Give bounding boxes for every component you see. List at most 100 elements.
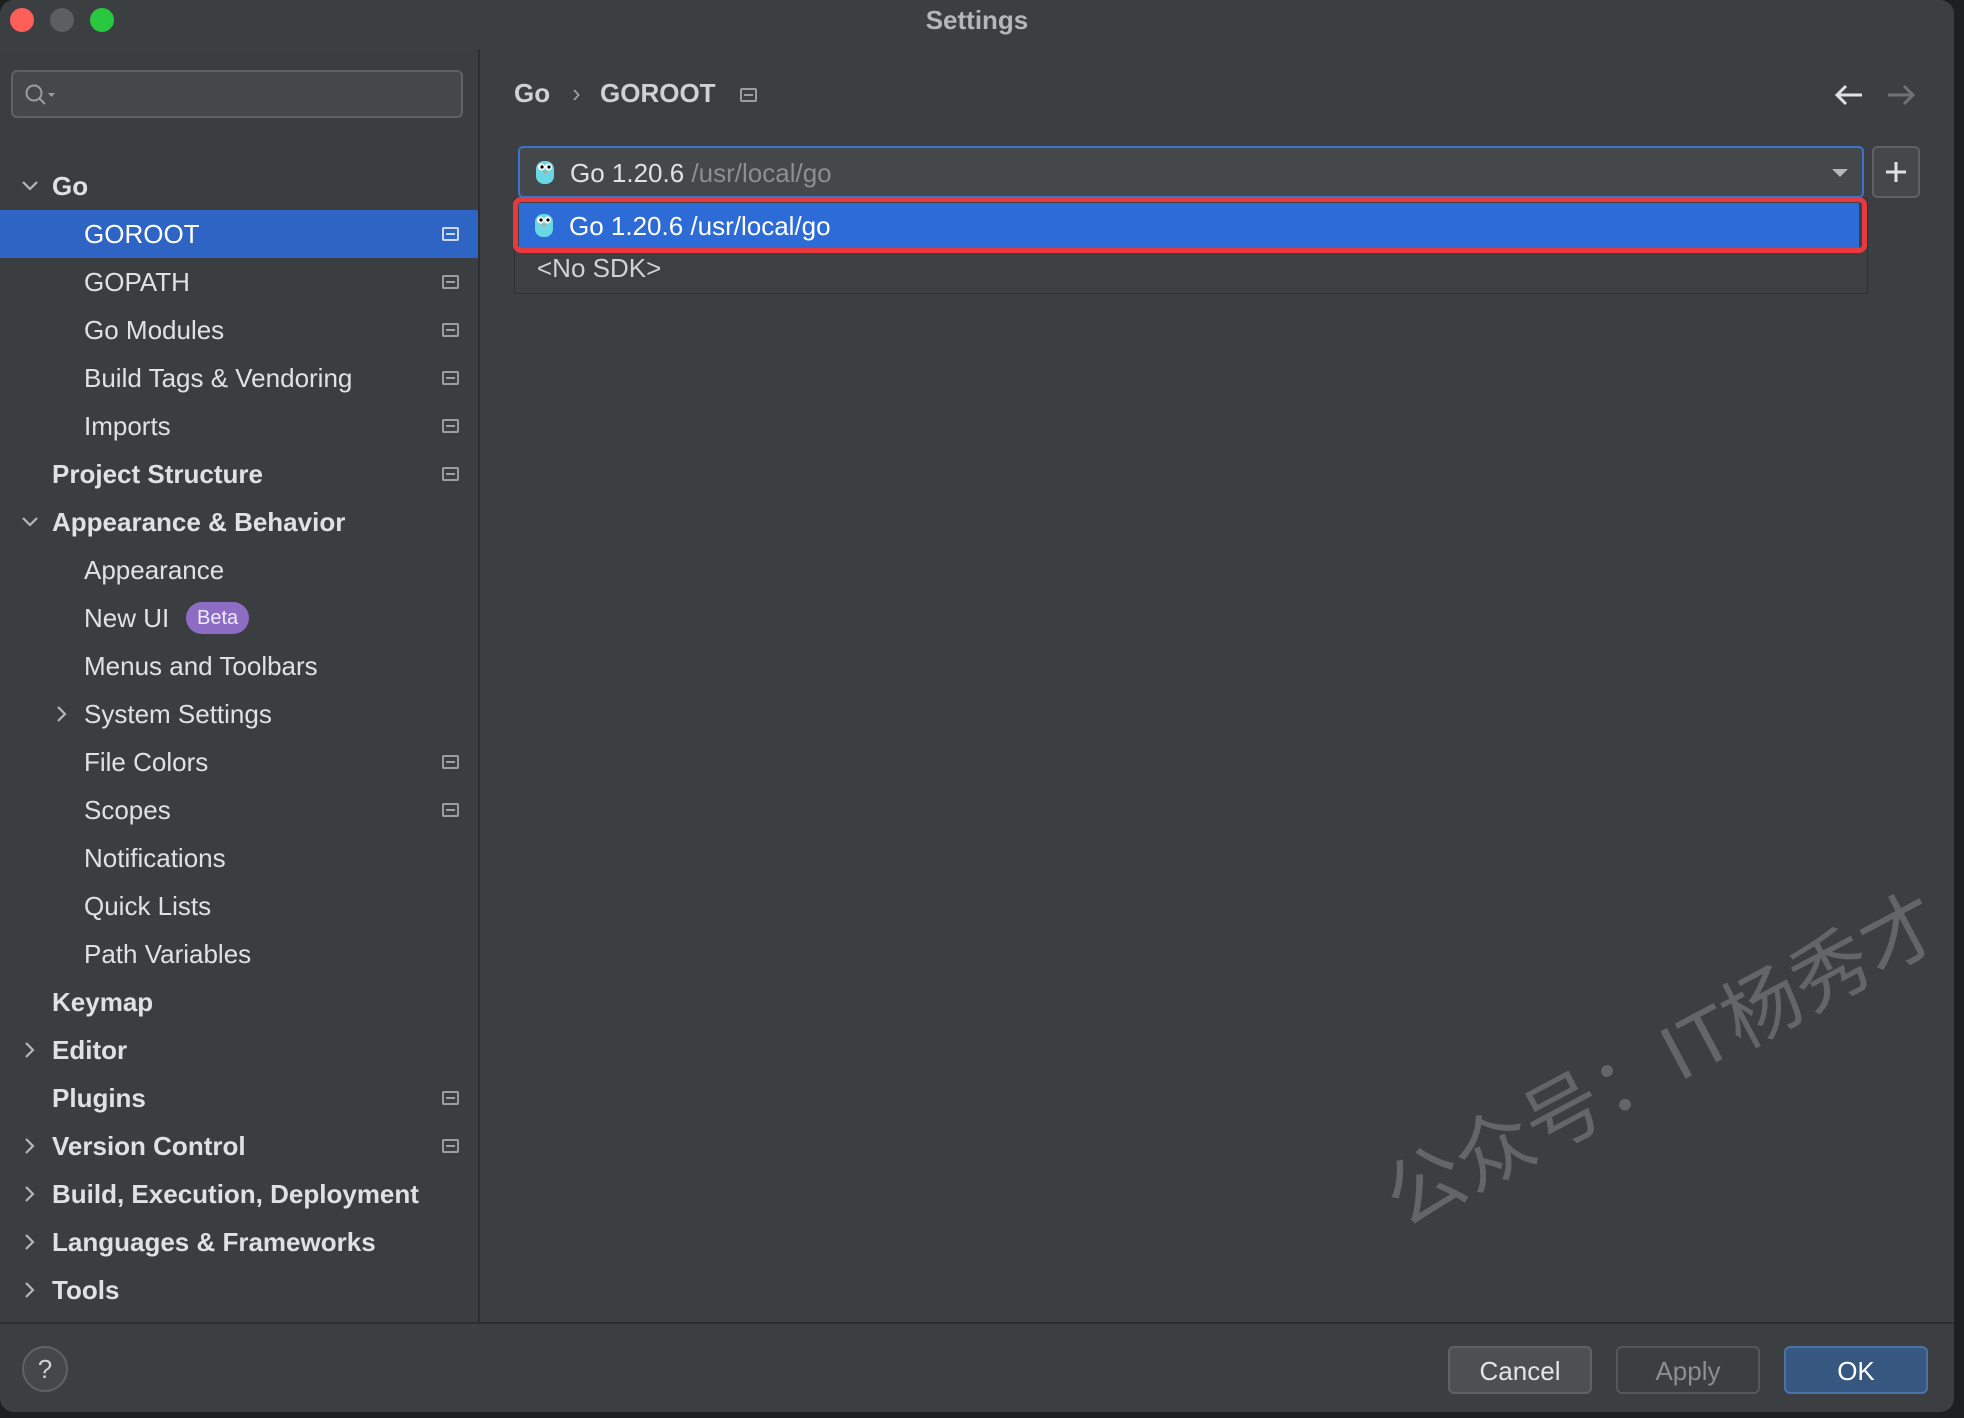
sidebar-item-label: File Colors xyxy=(84,747,209,777)
sidebar-item-label: Scopes xyxy=(84,795,171,825)
red-highlight-annotation xyxy=(513,197,1867,253)
breadcrumb-parent[interactable]: Go xyxy=(514,78,550,109)
chevron-down-icon[interactable] xyxy=(1830,167,1850,179)
pin-icon xyxy=(442,275,459,289)
goroot-settings-panel: Go › GOROOT Go 1.20.6 /usr/local/go Go 1… xyxy=(482,50,1954,1322)
dialog-footer: ? Cancel Apply OK xyxy=(0,1322,1954,1412)
sidebar-item-new-ui[interactable]: New UI Beta xyxy=(0,594,478,642)
apply-button[interactable]: Apply xyxy=(1616,1346,1760,1394)
chevron-right-icon[interactable] xyxy=(20,1280,40,1300)
sidebar-item-label: Plugins xyxy=(52,1083,146,1113)
cancel-button[interactable]: Cancel xyxy=(1448,1346,1592,1394)
sidebar-item-project-structure[interactable]: Project Structure xyxy=(0,450,478,498)
sdk-dropdown-popup: Go 1.20.6 /usr/local/go <No SDK> xyxy=(513,197,1868,294)
sidebar-item-label: Editor xyxy=(52,1035,128,1065)
chevron-down-icon[interactable] xyxy=(20,512,40,532)
sidebar-item-label: Build Tags & Vendoring xyxy=(84,363,353,393)
title-bar: Settings xyxy=(0,0,1954,50)
sidebar-item-scopes[interactable]: Scopes xyxy=(0,786,478,834)
go-sdk-dropdown[interactable]: Go 1.20.6 /usr/local/go xyxy=(518,146,1864,198)
sidebar-item-appearance[interactable]: Appearance xyxy=(0,546,478,594)
sidebar-item-version-control[interactable]: Version Control xyxy=(0,1122,478,1170)
sidebar-item-label: New UI xyxy=(84,603,170,633)
sidebar-item-label: Appearance xyxy=(84,555,225,585)
ok-button[interactable]: OK xyxy=(1784,1346,1928,1394)
sidebar-item-editor[interactable]: Editor xyxy=(0,1026,478,1074)
sidebar-item-label: GOROOT xyxy=(84,219,200,249)
chevron-right-icon[interactable] xyxy=(20,1184,40,1204)
sidebar-item-label: Keymap xyxy=(52,987,154,1017)
watermark-text: 公众号：IT杨秀才 xyxy=(1370,877,1954,1244)
sidebar-item-go-modules[interactable]: Go Modules xyxy=(0,306,478,354)
pin-icon xyxy=(442,227,459,241)
gopher-icon xyxy=(536,161,554,184)
sidebar-item-label: Project Structure xyxy=(52,459,263,489)
sidebar-item-label: Notifications xyxy=(84,843,226,873)
pin-icon xyxy=(442,1091,459,1105)
sidebar-item-label: Build, Execution, Deployment xyxy=(52,1179,419,1209)
sidebar-item-menus-and-toolbars[interactable]: Menus and Toolbars xyxy=(0,642,478,690)
add-sdk-button[interactable] xyxy=(1872,146,1920,198)
chevron-right-icon[interactable] xyxy=(20,1136,40,1156)
sidebar-item-keymap[interactable]: Keymap xyxy=(0,978,478,1026)
pin-icon xyxy=(442,371,459,385)
pin-icon xyxy=(442,803,459,817)
sidebar-item-languages-frameworks[interactable]: Languages & Frameworks xyxy=(0,1218,478,1266)
chevron-right-icon[interactable] xyxy=(52,704,72,724)
sidebar-item-label: Version Control xyxy=(52,1131,246,1161)
sidebar-item-label: Languages & Frameworks xyxy=(52,1227,376,1257)
sidebar-item-label: Menus and Toolbars xyxy=(84,651,318,681)
sidebar-item-gopath[interactable]: GOPATH xyxy=(0,258,478,306)
pin-icon xyxy=(442,323,459,337)
sidebar-item-build-tags-vendoring[interactable]: Build Tags & Vendoring xyxy=(0,354,478,402)
beta-badge: Beta xyxy=(186,602,250,634)
window-title: Settings xyxy=(925,5,1029,35)
selected-sdk-path: /usr/local/go xyxy=(691,158,832,188)
sidebar-item-quick-lists[interactable]: Quick Lists xyxy=(0,882,478,930)
pin-icon xyxy=(740,88,757,102)
sidebar-item-imports[interactable]: Imports xyxy=(0,402,478,450)
sidebar-item-appearance-behavior[interactable]: Appearance & Behavior xyxy=(0,498,478,546)
breadcrumb-separator: › xyxy=(572,78,581,108)
sidebar-item-notifications[interactable]: Notifications xyxy=(0,834,478,882)
window-shadow-edge xyxy=(1954,0,1964,1418)
sidebar-item-system-settings[interactable]: System Settings xyxy=(0,690,478,738)
plus-icon xyxy=(1886,162,1906,182)
sidebar-item-label: GOPATH xyxy=(84,267,190,297)
chevron-right-icon[interactable] xyxy=(20,1232,40,1252)
chevron-down-icon[interactable] xyxy=(20,176,40,196)
selected-sdk-name: Go 1.20.6 xyxy=(570,158,685,188)
pin-icon xyxy=(442,1139,459,1153)
settings-search-input[interactable] xyxy=(11,70,463,118)
settings-sidebar: Go GOROOT GOPATH Go Modules Build Tags & Ven… xyxy=(0,50,480,1322)
back-arrow-icon[interactable] xyxy=(1832,80,1866,110)
sidebar-item-label: Go xyxy=(52,171,89,201)
sidebar-item-label: Path Variables xyxy=(84,939,252,969)
help-button[interactable]: ? xyxy=(22,1346,68,1392)
sidebar-item-path-variables[interactable]: Path Variables xyxy=(0,930,478,978)
sidebar-item-label: Settings Sync xyxy=(52,1314,224,1322)
sidebar-item-settings-sync[interactable]: Settings Sync xyxy=(0,1314,478,1322)
sidebar-item-plugins[interactable]: Plugins xyxy=(0,1074,478,1122)
sidebar-item-label: Tools xyxy=(52,1275,120,1305)
sidebar-item-goroot[interactable]: GOROOT xyxy=(0,210,478,258)
sdk-option-no-sdk[interactable]: <No SDK> xyxy=(537,253,661,284)
sidebar-item-tools[interactable]: Tools xyxy=(0,1266,478,1314)
sidebar-item-go[interactable]: Go xyxy=(0,162,478,210)
chevron-right-icon[interactable] xyxy=(20,1040,40,1060)
sidebar-item-build-execution-deployment[interactable]: Build, Execution, Deployment xyxy=(0,1170,478,1218)
selected-sdk-label: Go 1.20.6 /usr/local/go xyxy=(570,158,832,189)
sidebar-item-file-colors[interactable]: File Colors xyxy=(0,738,478,786)
sidebar-item-label: Quick Lists xyxy=(84,891,212,921)
forward-arrow-icon[interactable] xyxy=(1884,80,1918,110)
sidebar-item-label: System Settings xyxy=(84,699,272,729)
search-icon xyxy=(25,84,55,105)
sidebar-item-label: Go Modules xyxy=(84,315,225,345)
breadcrumb-current: GOROOT xyxy=(600,78,716,108)
pin-icon xyxy=(442,755,459,769)
settings-window: Settings Go GOROOT GOPATH Go Modules Build T… xyxy=(0,0,1954,1412)
sidebar-item-label: Appearance & Behavior xyxy=(52,507,346,537)
pin-icon xyxy=(442,419,459,433)
sidebar-item-label: Imports xyxy=(84,411,171,441)
pin-icon xyxy=(442,467,459,481)
